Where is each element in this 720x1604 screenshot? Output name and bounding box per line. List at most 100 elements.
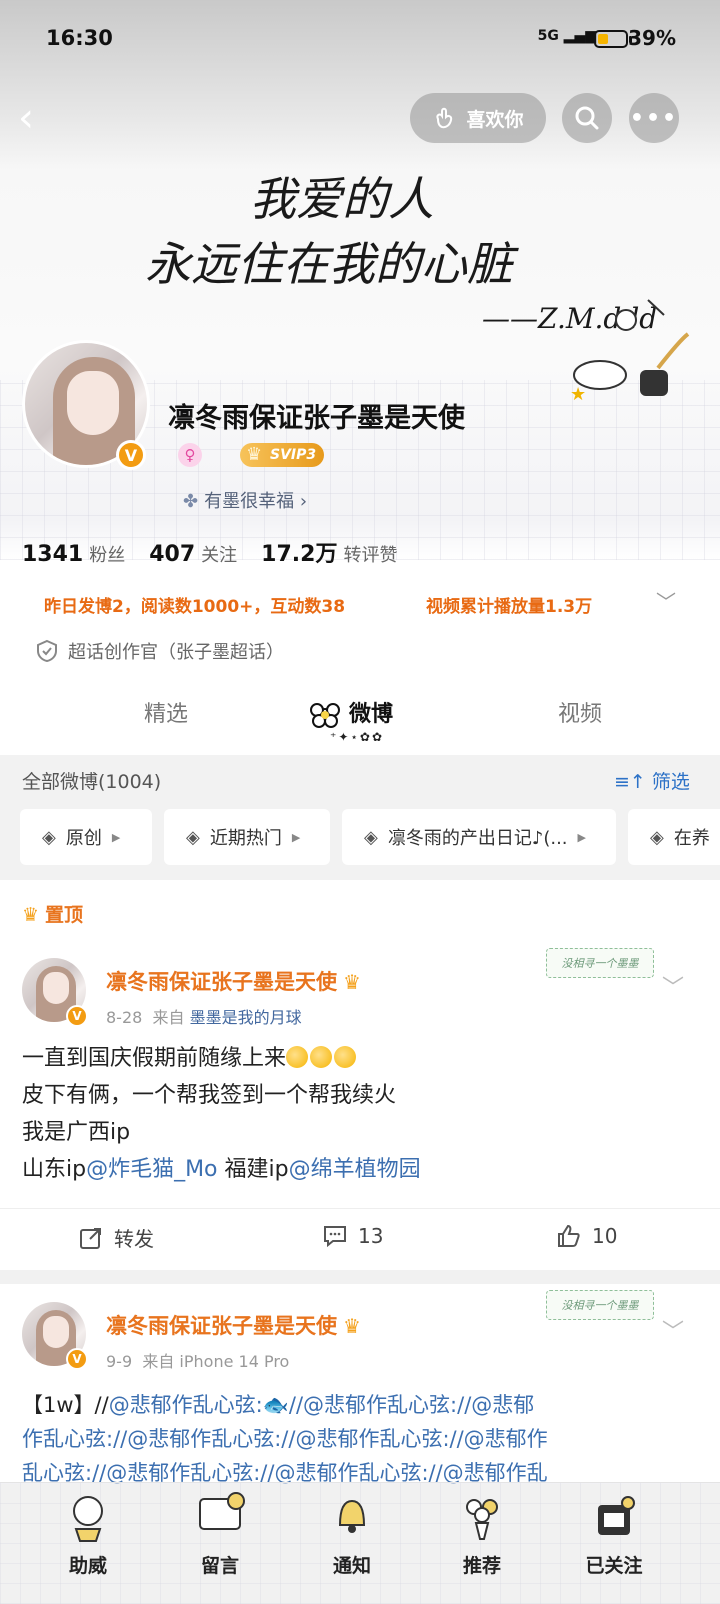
followed-button[interactable]: 已关注	[564, 1489, 664, 1578]
layers-icon: ◈	[364, 826, 378, 848]
flower-icon	[310, 703, 340, 728]
post-author-name: 凛冬雨保证张子墨是天使	[106, 1314, 337, 1338]
network-type: 5G	[537, 28, 559, 44]
creator-title[interactable]: 超话创作官（张子墨超话）	[36, 638, 284, 664]
chevron-down-icon[interactable]: ﹀	[662, 1314, 684, 1346]
post-source[interactable]: 墨墨是我的月球	[190, 1008, 302, 1027]
tab-weibo[interactable]: 微博	[305, 696, 393, 730]
video-brief: 视频累计播放量1.3万	[426, 597, 593, 617]
post-content: 一直到国庆假期前随缘上来 皮下有俩，一个帮我签到一个帮我续火 我是广西ip 山东…	[22, 1040, 698, 1188]
emoji-icon	[310, 1046, 333, 1068]
svip-badge[interactable]: SVIP3	[240, 443, 325, 467]
followed-icon	[598, 1496, 635, 1535]
chevron-down-icon[interactable]: ﹀	[656, 586, 676, 615]
post-date: 9-9	[106, 1352, 133, 1371]
post-author[interactable]: 凛冬雨保证张子墨是天使 ♛	[106, 966, 361, 996]
mention-chain[interactable]: 作乱心弦://@悲郁作乱心弦://@悲郁作乱心弦://@悲郁作	[22, 1422, 698, 1456]
mention-link[interactable]: @炸毛猫_Mo	[86, 1157, 217, 1182]
post-card[interactable]: V 凛冬雨保证张子墨是天使 ♛ 9-9 来自 iPhone 14 Pro 没相寻一…	[0, 1284, 720, 1484]
search-icon	[575, 106, 599, 130]
chip-label: 原创	[65, 828, 102, 849]
more-button[interactable]: •••	[629, 93, 679, 143]
post-line-text: 一直到国庆假期前随缘上来	[22, 1046, 287, 1071]
post-author[interactable]: 凛冬雨保证张子墨是天使 ♛	[106, 1310, 361, 1340]
chevron-down-icon[interactable]: ﹀	[662, 970, 684, 1002]
like-button[interactable]: 10	[556, 1223, 617, 1249]
followed-label: 已关注	[585, 1555, 643, 1577]
fan-group-link[interactable]: ✤ 有墨很幸福 ›	[183, 487, 307, 513]
cheer-button[interactable]: 助威	[38, 1489, 138, 1578]
back-icon[interactable]: ‹	[18, 98, 50, 140]
status-bar: 16:30 5G ▂▄▆ 39%	[0, 26, 720, 56]
caret-right-icon: ▶	[291, 830, 301, 844]
chip-label: 凛冬雨的产出日记♪(...	[387, 828, 568, 849]
profile-header: 16:30 5G ▂▄▆ 39% ‹ 喜欢你 ••• 我爱的人 永远住在我的心脏…	[0, 0, 720, 755]
comment-button[interactable]: 13	[322, 1223, 383, 1249]
notify-button[interactable]: 通知	[302, 1489, 402, 1578]
like-you-button[interactable]: 喜欢你	[410, 93, 546, 143]
svg-text:★: ★	[570, 384, 586, 405]
repost-icon	[80, 1227, 101, 1249]
post-line: 山东ip@炸毛猫_Mo 福建ip@绵羊植物园	[22, 1151, 698, 1188]
shield-icon	[37, 639, 57, 663]
post-author-name: 凛冬雨保证张子墨是天使	[106, 970, 337, 994]
repost-label: 转发	[114, 1227, 154, 1251]
tab-featured[interactable]: 精选	[144, 696, 188, 728]
chip-raising[interactable]: ◈ 在养	[628, 809, 720, 865]
ink-pot-illustration: ★	[570, 332, 690, 405]
stat-interactions[interactable]: 17.2万 转评赞	[261, 536, 397, 568]
all-weibo-count: 全部微博(1004)	[22, 771, 162, 793]
mention-link[interactable]: @绵羊植物园	[289, 1157, 421, 1182]
post-line-text: 山东ip	[22, 1157, 87, 1182]
filter-label: 筛选	[651, 771, 690, 793]
like-count: 10	[592, 1224, 618, 1248]
mention-chain[interactable]: @悲郁作乱心弦:🐟//@悲郁作乱心弦://@悲郁	[109, 1393, 535, 1417]
message-board-label: 留言	[200, 1555, 239, 1577]
stat-followers[interactable]: 1341 粉丝	[22, 541, 125, 567]
cheer-label: 助威	[68, 1555, 107, 1577]
battery-icon	[594, 30, 632, 48]
post-line: 【1w】//@悲郁作乱心弦:🐟//@悲郁作乱心弦://@悲郁	[22, 1388, 698, 1422]
cover-line-2: 永远住在我的心脏	[145, 237, 519, 291]
post-meta: 9-9 来自 iPhone 14 Pro	[106, 1348, 289, 1372]
tab-video[interactable]: 视频	[558, 696, 602, 728]
vip-crown-icon: ♛	[343, 1314, 361, 1338]
filter-button[interactable]: ≡↑ 筛选	[614, 767, 690, 794]
female-icon: ♀	[178, 443, 202, 467]
post-line-text: 【1w】//	[22, 1393, 109, 1417]
verified-badge: V	[116, 440, 146, 470]
clover-icon: ✤	[183, 491, 199, 512]
stat-following[interactable]: 407 关注	[149, 541, 237, 567]
recommend-button[interactable]: 推荐	[432, 1489, 532, 1578]
chip-original[interactable]: ◈ 原创 ▶	[20, 809, 152, 865]
message-board-button[interactable]: 留言	[170, 1489, 270, 1578]
tab-weibo-label: 微博	[349, 702, 394, 727]
chip-label: 近期热门	[209, 828, 282, 849]
crown-icon: ♛	[22, 904, 40, 926]
chip-diary[interactable]: ◈ 凛冬雨的产出日记♪(... ▶	[342, 809, 616, 865]
post-from: 来自	[142, 1352, 175, 1371]
mention-chain[interactable]: 乱心弦://@悲郁作乱心弦://@悲郁作乱心弦://@悲郁作乱	[22, 1456, 698, 1484]
repost-button[interactable]: 转发	[78, 1223, 154, 1252]
stat-following-label: 关注	[201, 545, 238, 566]
pinned-label: ♛ 置顶	[22, 900, 83, 927]
layers-icon: ◈	[186, 826, 200, 848]
caret-right-icon: ▶	[577, 830, 586, 844]
card-stamp: 没相寻一个墨墨	[546, 1290, 654, 1320]
layers-icon: ◈	[42, 826, 56, 848]
filter-area: 全部微博(1004) ≡↑ 筛选 ◈ 原创 ▶ ◈ 近期热门 ▶ ◈ 凛冬雨的产出日记♪(…	[0, 755, 720, 880]
bottom-action-bar: 助威 留言 通知 推荐 已关注	[0, 1482, 720, 1604]
pinned-text: 置顶	[45, 904, 84, 926]
profile-tabs: 精选 微博 视频 ⁺✦⋆✿✿	[0, 688, 720, 748]
search-button[interactable]	[562, 93, 612, 143]
stat-interactions-value: 17.2万	[261, 542, 338, 567]
verified-badge: V	[66, 1005, 88, 1027]
chip-hot[interactable]: ◈ 近期热门 ▶	[164, 809, 330, 865]
post-card[interactable]: ♛ 置顶 V 凛冬雨保证张子墨是天使 ♛ 8-28 来自 墨墨是我的月球 没相寻一个…	[0, 880, 720, 1270]
profile-name: 凛冬雨保证张子墨是天使	[168, 403, 465, 434]
battery-percent: 39%	[628, 26, 676, 50]
thumbs-up-icon	[558, 1224, 580, 1247]
chip-label: 在养	[673, 828, 710, 849]
post-line: 皮下有俩，一个帮我签到一个帮我续火	[22, 1083, 397, 1108]
post-line: 一直到国庆假期前随缘上来	[22, 1040, 698, 1077]
